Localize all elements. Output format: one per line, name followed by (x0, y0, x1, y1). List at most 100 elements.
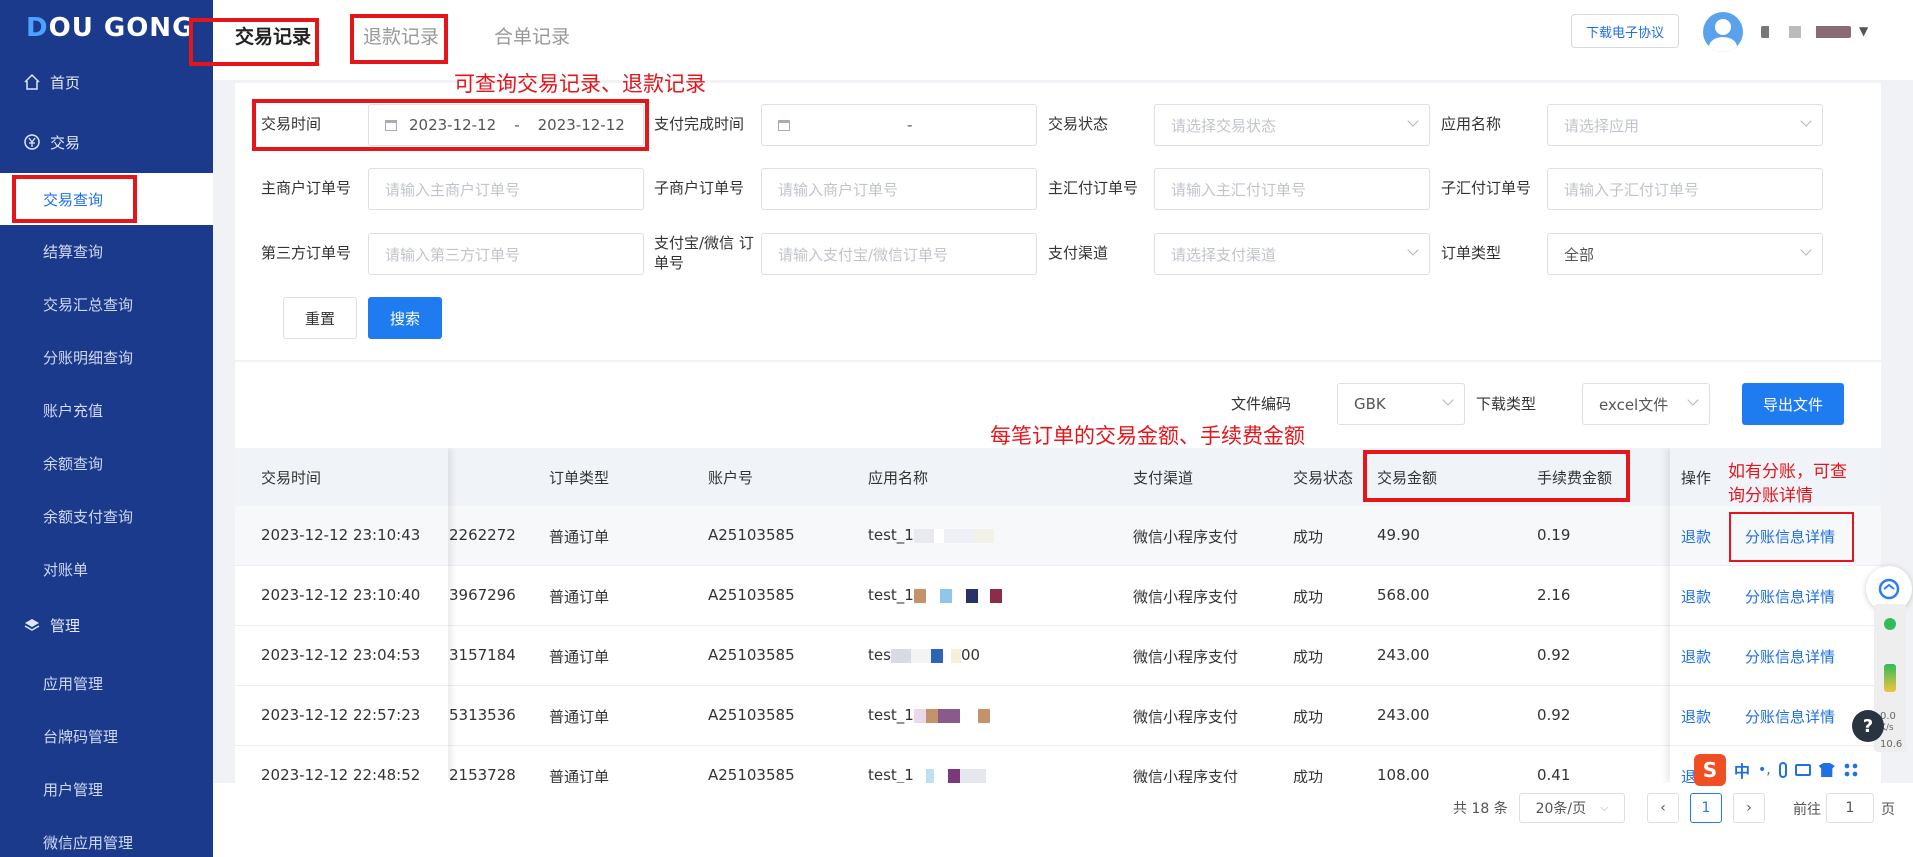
pay-channel-label: 支付渠道 (1048, 244, 1109, 262)
split-detail-link[interactable]: 分账信息详情 (1745, 706, 1835, 727)
download-type-label: 下载类型 (1476, 395, 1537, 413)
cell-amount: 243.00 (1377, 646, 1430, 664)
chevron-down-icon: ⌵ (1600, 801, 1609, 814)
main-remit-order-input[interactable]: 请输入主汇付订单号 (1154, 168, 1430, 210)
placeholder: 请输入主汇付订单号 (1171, 180, 1307, 199)
main-merchant-order-input[interactable]: 请输入主商户订单号 (368, 168, 644, 210)
punctuation-icon[interactable]: •, (1758, 762, 1771, 778)
sidebar-item-label: 台牌码管理 (43, 727, 119, 746)
cell-status: 成功 (1293, 528, 1324, 546)
third-party-order-input[interactable]: 请输入第三方订单号 (368, 233, 644, 275)
page-size-select[interactable]: 20条/页 ⌵ (1519, 793, 1625, 823)
tab-combined-records[interactable]: 合单记录 (494, 22, 570, 49)
page-suffix: 页 (1881, 802, 1895, 818)
cell-app-name: test_1 (868, 766, 986, 783)
tab-refund-records[interactable]: 退款记录 (363, 22, 439, 49)
download-agreement-button[interactable]: 下载电子协议 (1571, 14, 1679, 48)
logo-d: D (26, 13, 49, 43)
sogou-s-icon[interactable]: S (1694, 754, 1726, 786)
pagination: 共 18 条 20条/页 ⌵ ‹ 1 › 前往 1 页 (213, 783, 1913, 857)
next-page-button[interactable]: › (1733, 793, 1765, 823)
label-line: 支付宝/微信 订 (654, 234, 754, 252)
goto-page-input[interactable]: 1 (1826, 793, 1874, 823)
trade-time-range-picker[interactable]: 2023-12-12 - 2023-12-12 (368, 104, 644, 146)
ime-chinese-mode[interactable]: 中 (1734, 758, 1750, 782)
page-number-current[interactable]: 1 (1690, 793, 1722, 823)
skin-icon[interactable] (1818, 763, 1835, 777)
redacted-blur (913, 528, 994, 543)
order-type-label: 订单类型 (1441, 244, 1502, 262)
placeholder: 请输入主商户订单号 (385, 180, 521, 199)
column-header: 手续费金额 (1537, 469, 1613, 487)
redacted-blur (890, 648, 961, 663)
sidebar-group-trade[interactable]: 交易 (0, 116, 213, 168)
sidebar-item-trade-summary[interactable]: 交易汇总查询 (0, 278, 213, 330)
download-type-select[interactable]: excel文件 (1582, 383, 1710, 425)
keyboard-icon[interactable] (1794, 764, 1811, 776)
cell-order-type: 普通订单 (549, 648, 610, 666)
search-button[interactable]: 搜索 (368, 297, 442, 339)
table-row[interactable]: 2023-12-12 23:10:40 3967296 普通订单 A251035… (235, 566, 1881, 626)
cell-account: A25103585 (708, 586, 795, 604)
cell-account: A25103585 (708, 526, 795, 544)
sidebar-item-label: 微信应用管理 (43, 833, 134, 852)
column-header: 应用名称 (868, 469, 929, 487)
brand-logo[interactable]: D OU GONG (26, 10, 194, 46)
cell-order-no: 3967296 (449, 586, 516, 604)
sidebar-item-user-manage[interactable]: 用户管理 (0, 763, 213, 815)
refund-link[interactable]: 退款 (1681, 646, 1711, 667)
order-type-value: 全部 (1564, 245, 1595, 264)
sidebar-item-label: 交易汇总查询 (43, 295, 134, 314)
split-detail-link[interactable]: 分账信息详情 (1745, 526, 1835, 547)
table-row[interactable]: 2023-12-12 23:10:43 2262272 普通订单 A251035… (235, 506, 1881, 566)
sidebar-item-account-recharge[interactable]: 账户充值 (0, 384, 213, 436)
order-type-select[interactable]: 全部 (1547, 233, 1823, 275)
sidebar-item-wechat-app-manage[interactable]: 微信应用管理 (0, 816, 213, 857)
cell-fee: 0.19 (1537, 526, 1571, 544)
sidebar-item-app-manage[interactable]: 应用管理 (0, 657, 213, 709)
tab-trade-records[interactable]: 交易记录 (235, 22, 311, 49)
refund-link[interactable]: 退款 (1681, 586, 1711, 607)
cell-channel: 微信小程序支付 (1133, 768, 1239, 783)
chevron-down-icon (1687, 394, 1699, 406)
refund-link[interactable]: 退款 (1681, 526, 1711, 547)
reset-button[interactable]: 重置 (283, 297, 357, 339)
sidebar-item-settlement-query[interactable]: 结算查询 (0, 225, 213, 277)
sidebar-item-home[interactable]: 首页 (0, 56, 213, 108)
export-file-button[interactable]: 导出文件 (1742, 383, 1844, 425)
sidebar-group-manage[interactable]: 管理 (0, 599, 213, 651)
file-encoding-select[interactable]: GBK (1337, 383, 1465, 425)
table-row[interactable]: 2023-12-12 22:48:52 2153728 普通订单 A251035… (235, 746, 1881, 783)
sidebar-item-balance-query[interactable]: 余额查询 (0, 437, 213, 489)
trade-status-select[interactable]: 请选择交易状态 (1154, 104, 1430, 146)
label-line: 单号 (654, 254, 685, 272)
sidebar-item-trade-query[interactable]: 交易查询 (0, 173, 213, 225)
cell-channel: 微信小程序支付 (1133, 708, 1239, 726)
pay-done-time-range-picker[interactable]: - (761, 104, 1037, 146)
sidebar-item-split-detail[interactable]: 分账明细查询 (0, 331, 213, 383)
app-name-placeholder: 请选择应用 (1564, 116, 1640, 135)
pay-channel-select[interactable]: 请选择支付渠道 (1154, 233, 1430, 275)
sub-merchant-order-input[interactable]: 请输入商户订单号 (761, 168, 1037, 210)
refund-link[interactable]: 退款 (1681, 706, 1711, 727)
logo-text: OU GONG (48, 13, 195, 43)
prev-page-button[interactable]: ‹ (1647, 793, 1679, 823)
split-detail-link[interactable]: 分账信息详情 (1745, 646, 1835, 667)
sub-remit-order-input[interactable]: 请输入子汇付订单号 (1547, 168, 1823, 210)
sidebar-item-statement[interactable]: 对账单 (0, 543, 213, 595)
table-row[interactable]: 2023-12-12 23:04:53 3157184 普通订单 A251035… (235, 626, 1881, 686)
username-redacted[interactable] (1761, 26, 1851, 38)
alipay-wechat-order-input[interactable]: 请输入支付宝/微信订单号 (761, 233, 1037, 275)
sidebar-item-table-code-manage[interactable]: 台牌码管理 (0, 710, 213, 762)
help-button[interactable]: ? (1852, 710, 1884, 742)
table-row[interactable]: 2023-12-12 22:57:23 5313536 普通订单 A251035… (235, 686, 1881, 746)
split-detail-link[interactable]: 分账信息详情 (1745, 586, 1835, 607)
cell-time: 2023-12-12 23:10:40 (261, 586, 421, 604)
avatar[interactable] (1703, 12, 1743, 52)
microphone-icon[interactable] (1778, 762, 1787, 778)
total-count: 共 18 条 (1453, 801, 1508, 817)
toolbox-grid-icon[interactable] (1842, 762, 1859, 778)
app-name-select[interactable]: 请选择应用 (1547, 104, 1823, 146)
sidebar-item-balance-pay-query[interactable]: 余额支付查询 (0, 490, 213, 542)
chevron-down-icon[interactable]: ▼ (1859, 24, 1868, 38)
